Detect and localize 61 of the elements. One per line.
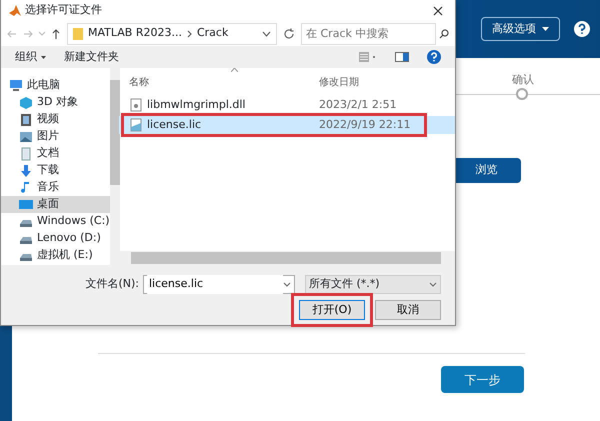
preview-pane-icon[interactable] (395, 52, 409, 62)
file-icon (129, 98, 143, 112)
caret-icon (542, 27, 549, 31)
folder-icon (73, 28, 83, 40)
help-icon[interactable] (574, 21, 590, 37)
step-marker (516, 88, 528, 100)
breadcrumb-item[interactable]: MATLAB R2023... (88, 25, 182, 42)
column-header[interactable]: 修改日期 (319, 77, 359, 88)
file-icon (129, 118, 143, 132)
file-row[interactable]: libmwlmgrimpl.dll 2023/2/1 2:51 (119, 96, 455, 114)
search-icon (439, 28, 449, 38)
file-name: libmwlmgrimpl.dll (147, 96, 246, 113)
app-logo-icon (9, 4, 21, 16)
up-icon[interactable] (51, 28, 61, 38)
close-icon[interactable] (433, 6, 443, 16)
dropdown-value: 所有文件 (*.*) (309, 276, 381, 292)
filename-field[interactable]: license.lic (143, 275, 295, 294)
monitor-icon (19, 198, 33, 212)
column-header[interactable]: 名称 (129, 75, 149, 90)
window-title: 选择许可证文件 (25, 2, 103, 18)
caret-icon (283, 282, 291, 288)
filename-label: 文件名(N): (85, 276, 139, 292)
file-type-dropdown[interactable]: 所有文件 (*.*) (305, 275, 441, 294)
open-button[interactable]: 打开(O) (299, 300, 365, 320)
sidebar-item[interactable]: Lenovo (D:) (1, 230, 110, 247)
sidebar-item[interactable]: 文档 (1, 145, 110, 162)
breadcrumb-item[interactable]: Crack (196, 25, 228, 42)
organize-menu[interactable]: 组织 (15, 48, 46, 66)
sidebar-item[interactable]: 下载 (1, 162, 110, 179)
computer-icon (9, 78, 23, 92)
caret-icon (429, 282, 437, 288)
search-field[interactable]: 在 Crack 中搜索 (301, 22, 436, 44)
refresh-icon[interactable] (283, 28, 295, 40)
address-bar[interactable]: MATLAB R2023... Crack (67, 22, 277, 44)
sidebar-item[interactable]: 桌面 (1, 196, 110, 213)
document-icon (19, 146, 33, 160)
sidebar-item[interactable]: Windows (C:) (1, 213, 110, 230)
modified-date: 2023/2/1 2:51 (319, 98, 397, 111)
new-folder-button[interactable]: 新建文件夹 (64, 48, 119, 66)
file-name: license.lic (147, 116, 202, 133)
sidebar-item[interactable]: 图片 (1, 128, 110, 145)
modified-date: 2022/9/19 22:11 (319, 118, 411, 131)
caret-icon (262, 30, 271, 36)
film-icon (19, 112, 33, 126)
sidebar-item[interactable]: 音乐 (1, 179, 110, 196)
help-icon[interactable] (427, 50, 441, 64)
download-icon (19, 164, 33, 178)
advanced-options-button[interactable]: 高级选项 (481, 16, 560, 42)
cancel-button[interactable]: 取消 (375, 300, 441, 320)
next-button[interactable]: 下一步 (441, 366, 524, 393)
sidebar-item[interactable]: 3D 对象 (1, 94, 110, 111)
cube-icon (19, 96, 33, 110)
caret-icon (41, 56, 46, 58)
sidebar-item[interactable]: 此电脑 (1, 77, 110, 94)
picture-icon (19, 130, 33, 144)
sidebar-item[interactable]: 虚拟机 (E:) (1, 247, 110, 264)
file-row[interactable]: license.lic 2022/9/19 22:11 (119, 116, 455, 134)
sidebar-item[interactable]: 视频 (1, 111, 110, 128)
step-label: 确认 (512, 72, 534, 88)
chevron-icon (186, 30, 192, 38)
scrollbar[interactable] (119, 251, 455, 265)
